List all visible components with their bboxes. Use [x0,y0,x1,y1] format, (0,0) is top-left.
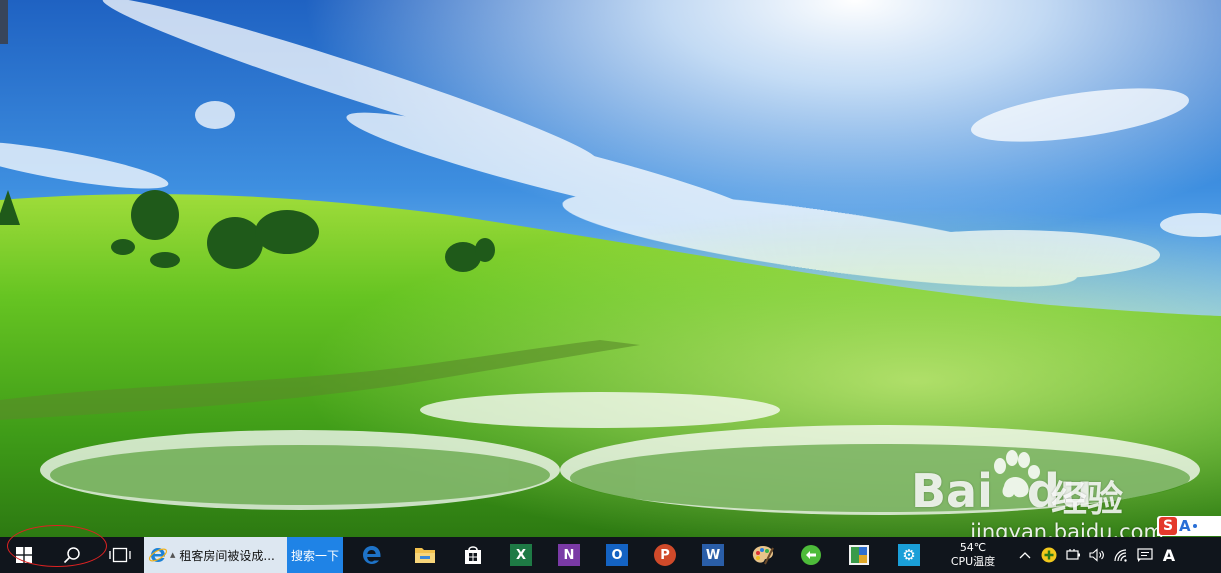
palette-icon [752,546,774,565]
ie-task-button[interactable]: ▲ 租客房间被设成... [144,537,287,573]
system-tray: A [1013,537,1181,573]
powerpoint-button[interactable]: P [641,537,689,573]
network-tray-button[interactable] [1109,537,1133,573]
search-button[interactable] [48,537,96,573]
store-button[interactable] [449,537,497,573]
gallery-app-button[interactable] [833,537,885,573]
task-view-icon [109,547,131,563]
sogou-ime-icon[interactable]: S [1159,517,1177,535]
outlook-icon: O [606,544,628,566]
outlook-button[interactable]: O [593,537,641,573]
cpu-temperature-widget[interactable]: 54℃ CPU温度 [933,537,1013,573]
settings-button[interactable]: ⚙ [885,537,933,573]
cpu-temperature-value: 54℃ [959,541,987,554]
onenote-button[interactable]: N [545,537,593,573]
powerpoint-icon: P [654,544,676,566]
excel-icon: X [510,544,532,566]
paw-icon [994,450,1040,498]
security-tray-button[interactable] [1037,537,1061,573]
onenote-icon: N [558,544,580,566]
cpu-temperature-label: CPU温度 [950,555,996,568]
ime-mode-label[interactable]: A [1179,517,1191,535]
edge-icon [363,546,381,564]
caret-icon: ▲ [170,551,176,559]
corner-strip [0,0,8,44]
excel-button[interactable]: X [497,537,545,573]
ie-task-title: 租客房间被设成... [179,548,275,563]
file-explorer-button[interactable] [401,537,449,573]
gallery-icon [849,545,869,565]
action-center-button[interactable] [1133,537,1157,573]
plus-shield-icon [1041,547,1057,563]
task-view-button[interactable] [96,537,144,573]
sync-app-button[interactable] [789,537,833,573]
store-icon [465,546,481,564]
word-button[interactable]: W [689,537,737,573]
volume-tray-button[interactable] [1085,537,1109,573]
wifi-icon [1114,549,1127,562]
gear-icon: ⚙ [898,544,920,566]
edge-taskbar-button[interactable] [343,537,401,573]
search-once-button[interactable]: 搜索一下 [287,537,343,573]
watermark-jingyan: 经验 [1051,479,1124,520]
internet-explorer-icon [148,548,168,562]
ime-dot-icon [1192,524,1197,528]
folder-icon [415,548,435,563]
ime-language-indicator[interactable]: A [1157,537,1181,573]
word-icon: W [702,544,724,566]
battery-plug-icon [1066,549,1080,560]
ime-floating-toolbar[interactable]: S A [1157,516,1221,536]
search-icon [63,547,80,564]
watermark-url: jingyan.baidu.com [970,520,1164,537]
speaker-icon [1089,548,1104,562]
start-button[interactable] [0,537,48,573]
taskbar: ▲ 租客房间被设成... 搜索一下 X N O P W ⚙ 54℃ CPU温度 … [0,537,1221,573]
chevron-up-icon [1019,552,1031,559]
notification-icon [1137,547,1153,562]
green-circle-icon [801,545,821,565]
power-tray-button[interactable] [1061,537,1085,573]
baidu-jingyan-watermark: Bai du 经验 [911,448,1161,520]
paint-button[interactable] [737,537,789,573]
show-hidden-icons-button[interactable] [1013,537,1037,573]
desktop-wallpaper: Bai du 经验 jingyan.baidu.com S A [0,0,1221,537]
windows-logo-icon [16,547,32,563]
